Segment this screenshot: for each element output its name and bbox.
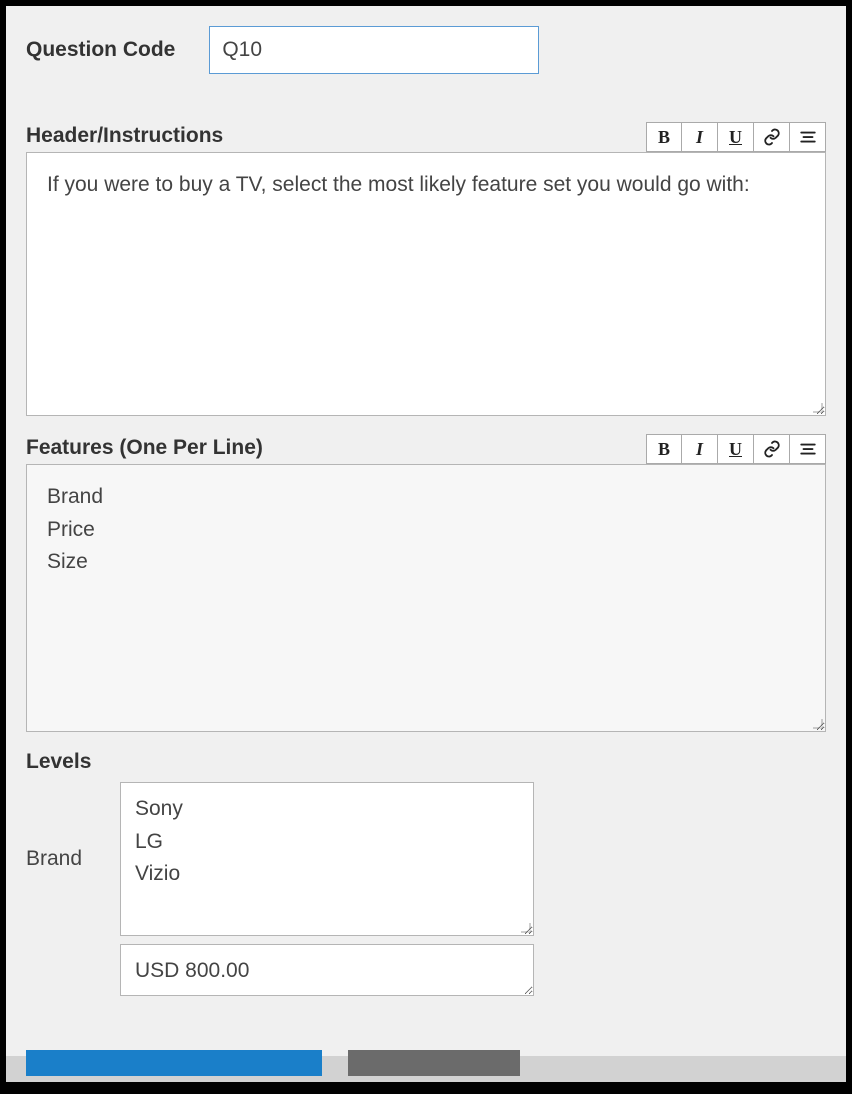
level-row-price: USD 800.00 USD 1,200.00 (26, 944, 826, 996)
level-value: LG (135, 826, 519, 859)
italic-button[interactable]: I (682, 122, 718, 152)
features-section-header: Features (One Per Line) B I U (26, 434, 826, 464)
primary-action-button[interactable] (26, 1050, 322, 1076)
level-value: Vizio (135, 858, 519, 891)
features-editor[interactable]: Brand Price Size (26, 464, 826, 732)
header-instructions-text: If you were to buy a TV, select the most… (47, 173, 750, 196)
link-button[interactable] (754, 122, 790, 152)
level-values-price[interactable]: USD 800.00 USD 1,200.00 (120, 944, 534, 996)
level-row-brand: Brand Sony LG Vizio (26, 782, 826, 936)
question-code-label: Question Code (26, 38, 175, 62)
question-code-row: Question Code (26, 26, 826, 74)
header-instructions-label: Header/Instructions (26, 124, 223, 148)
level-value: Sony (135, 793, 519, 826)
bottom-bar (6, 1056, 846, 1082)
link-icon (763, 440, 781, 458)
question-code-input[interactable] (209, 26, 539, 74)
header-instructions-section-header: Header/Instructions B I U (26, 122, 826, 152)
feature-line: Size (47, 546, 805, 579)
align-icon (799, 440, 817, 458)
features-label: Features (One Per Line) (26, 436, 263, 460)
resize-handle-icon (519, 921, 531, 933)
italic-button[interactable]: I (682, 434, 718, 464)
levels-label: Levels (26, 750, 826, 774)
underline-button[interactable]: U (718, 434, 754, 464)
link-button[interactable] (754, 434, 790, 464)
level-name-brand: Brand (26, 847, 98, 871)
header-instructions-editor[interactable]: If you were to buy a TV, select the most… (26, 152, 826, 416)
align-button[interactable] (790, 122, 826, 152)
feature-line: Price (47, 514, 805, 547)
secondary-action-button[interactable] (348, 1050, 520, 1076)
resize-handle-icon (811, 401, 823, 413)
header-toolbar: B I U (646, 122, 826, 152)
underline-button[interactable]: U (718, 122, 754, 152)
link-icon (763, 128, 781, 146)
features-toolbar: B I U (646, 434, 826, 464)
level-value: USD 800.00 (135, 955, 519, 988)
bold-button[interactable]: B (646, 434, 682, 464)
align-button[interactable] (790, 434, 826, 464)
bold-button[interactable]: B (646, 122, 682, 152)
form-window: Question Code Header/Instructions B I U (6, 6, 846, 1082)
feature-line: Brand (47, 481, 805, 514)
align-icon (799, 128, 817, 146)
resize-handle-icon (811, 717, 823, 729)
level-values-brand[interactable]: Sony LG Vizio (120, 782, 534, 936)
levels-section: Levels Brand Sony LG Vizio USD 800.00 US… (26, 750, 826, 996)
level-value: USD 1,200.00 (135, 988, 519, 996)
